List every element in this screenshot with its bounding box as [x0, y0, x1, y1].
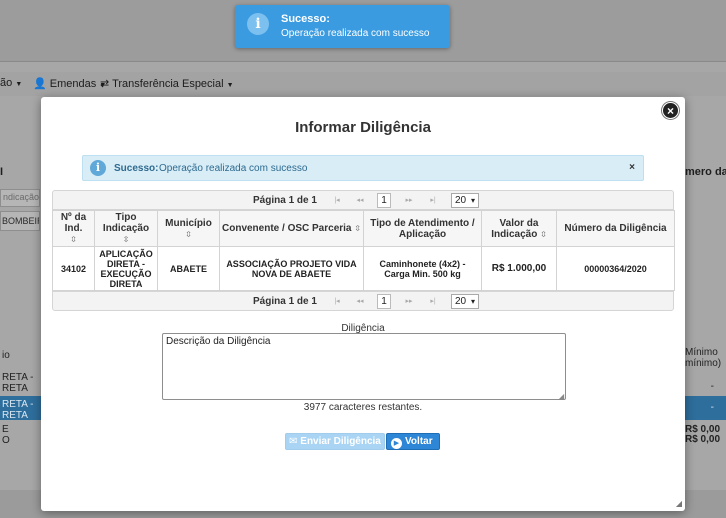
chevron-down-icon: ▼ — [226, 82, 234, 89]
close-icon[interactable]: × — [662, 102, 679, 119]
diligencia-textarea[interactable]: Descrição da Diligência — [162, 333, 566, 400]
header-label: Número da Diligência — [564, 223, 667, 234]
page-info: Página 1 de 1 — [253, 195, 317, 206]
header-tipo-atendimento[interactable]: Tipo de Atendimento / Aplicação — [363, 210, 482, 247]
toast-title: Sucesso: — [281, 13, 330, 25]
cell: E — [2, 424, 9, 435]
cell: - — [710, 381, 714, 392]
header-label: Tipo Indicação — [102, 212, 150, 234]
filter-input[interactable]: ndicação — [0, 189, 40, 207]
right-table-fragment: Mínimo mínimo) - - R$ 0,00 R$ 0,00 — [685, 338, 726, 448]
menu-item-transferencia[interactable]: ⇄ Transferência Especial ▼ — [100, 77, 234, 90]
indicacao-table: Nº da Ind. ⇳ Tipo Indicação ⇳ Município ⇳ C… — [52, 210, 675, 291]
header-label: Convenente / OSC Parceria — [222, 223, 352, 234]
info-icon: i — [247, 13, 269, 35]
info-icon: i — [90, 160, 106, 176]
cell: RETA — [2, 383, 28, 394]
dialog-resize-icon[interactable]: ◢ — [676, 499, 682, 508]
sort-icon: ⇳ — [122, 235, 130, 244]
play-icon: ▶ — [391, 438, 402, 449]
chevron-down-icon: ▾ — [470, 297, 475, 306]
send-button-label: Enviar Diligência — [300, 436, 381, 447]
cell: Mínimo — [685, 347, 718, 358]
page-size-select[interactable]: 20 ▾ — [451, 294, 479, 309]
alert-close-icon[interactable]: × — [629, 162, 635, 173]
dialog-title: Informar Diligência — [295, 119, 431, 136]
cell-num-ind: 34102 — [52, 246, 95, 291]
chevron-down-icon: ▼ — [15, 81, 23, 88]
last-page-button[interactable]: ▸| — [423, 295, 443, 308]
chevron-down-icon: ▾ — [470, 196, 475, 205]
table-row[interactable]: 34102 APLICAÇÃO DIRETA - EXECUÇÃO DIRETA… — [52, 246, 675, 291]
filter-label: I — [0, 166, 4, 178]
cell-tipo-atendimento: Caminhonete (4x2) - Carga Min. 500 kg — [363, 246, 482, 291]
menu-item-emendas[interactable]: 👤 Emendas ▼ — [33, 77, 106, 90]
cell: RETA - — [2, 399, 34, 410]
next-page-button[interactable]: ▸▸ — [399, 295, 419, 308]
header-label: Município — [165, 217, 212, 229]
header-numero-diligencia: Número da Diligência — [556, 210, 675, 247]
header-tipo-indicacao[interactable]: Tipo Indicação ⇳ — [94, 210, 158, 247]
page-number[interactable]: 1 — [377, 294, 391, 309]
prev-page-button[interactable]: ◂◂ — [350, 295, 370, 308]
first-page-button[interactable]: |◂ — [327, 295, 347, 308]
success-toast: i Sucesso: Operação realizada com sucess… — [235, 5, 450, 48]
paginator-top: Página 1 de 1 |◂ ◂◂ 1 ▸▸ ▸| 20 ▾ — [52, 190, 674, 210]
header-label: Tipo de Atendimento / Aplicação — [370, 217, 475, 240]
header-valor[interactable]: Valor da Indicação ⇳ — [481, 210, 557, 247]
toast-message: Operação realizada com sucesso — [281, 28, 430, 39]
back-button[interactable]: ▶ Voltar — [386, 433, 440, 450]
resize-handle-icon[interactable]: ◢ — [558, 392, 564, 401]
alert-message: Operação realizada com sucesso — [159, 163, 308, 174]
cell-tipo-indicacao: APLICAÇÃO DIRETA - EXECUÇÃO DIRETA — [94, 246, 158, 291]
next-page-button[interactable]: ▸▸ — [399, 194, 419, 207]
menu-item-transferencia-label: Transferência Especial — [112, 78, 224, 90]
header-convenente[interactable]: Convenente / OSC Parceria ⇳ — [219, 210, 364, 247]
last-page-button[interactable]: ▸| — [423, 194, 443, 207]
user-icon: 👤 — [33, 78, 47, 90]
cell: O — [2, 435, 10, 446]
page-size-value: 20 — [455, 195, 467, 206]
send-diligencia-button[interactable]: ✉ Enviar Diligência — [285, 433, 385, 450]
prev-page-button[interactable]: ◂◂ — [350, 194, 370, 207]
page-size-select[interactable]: 20 ▾ — [451, 193, 479, 208]
menu-item-left[interactable]: ão ▼ — [0, 77, 22, 89]
page-number[interactable]: 1 — [377, 193, 391, 208]
envelope-icon: ✉ — [289, 436, 298, 447]
header-label: Valor da Indicação — [491, 217, 539, 240]
diligencia-dialog: × Informar Diligência i Sucesso: Operaçã… — [41, 97, 685, 511]
paginator-bottom: Página 1 de 1 |◂ ◂◂ 1 ▸▸ ▸| 20 ▾ — [52, 291, 674, 311]
cell: R$ 0,00 — [685, 434, 721, 445]
back-button-label: Voltar — [405, 436, 433, 447]
header-municipio[interactable]: Município ⇳ — [157, 210, 220, 247]
cell: - — [710, 402, 714, 413]
sort-icon: ⇳ — [540, 229, 547, 239]
sort-icon: ⇳ — [354, 224, 361, 233]
success-alert: i Sucesso: Operação realizada com sucess… — [82, 155, 644, 181]
left-table-fragment: io RETA - RETA RETA - RETA E O — [0, 338, 41, 448]
alert-title: Sucesso: — [114, 163, 159, 174]
menu-item-emendas-label: Emendas — [49, 78, 97, 90]
first-page-button[interactable]: |◂ — [327, 194, 347, 207]
page-info: Página 1 de 1 — [253, 296, 317, 307]
cell: io — [2, 350, 10, 361]
cell-convenente: ASSOCIAÇÃO PROJETO VIDA NOVA DE ABAETE — [219, 246, 364, 291]
cell-valor: R$ 1.000,00 — [481, 246, 557, 291]
cell: RETA - — [2, 372, 34, 383]
cell-municipio: ABAETE — [157, 246, 220, 291]
cell-numero-diligencia: 00000364/2020 — [556, 246, 675, 291]
sort-icon: ⇳ — [70, 235, 77, 244]
cell: RETA — [2, 410, 28, 421]
cell: mínimo) — [685, 358, 722, 369]
sort-icon: ⇳ — [185, 229, 192, 239]
filter-select[interactable]: BOMBEIRO — [0, 211, 40, 231]
transfer-icon: ⇄ — [100, 78, 110, 90]
char-counter: 3977 caracteres restantes. — [303, 402, 423, 413]
header-label: Nº da Ind. — [60, 212, 87, 234]
menu-item-left-label: ão — [0, 77, 13, 89]
header-num-ind[interactable]: Nº da Ind. ⇳ — [52, 210, 95, 247]
page-size-value: 20 — [455, 296, 467, 307]
column-label: mero da ind — [685, 166, 726, 178]
